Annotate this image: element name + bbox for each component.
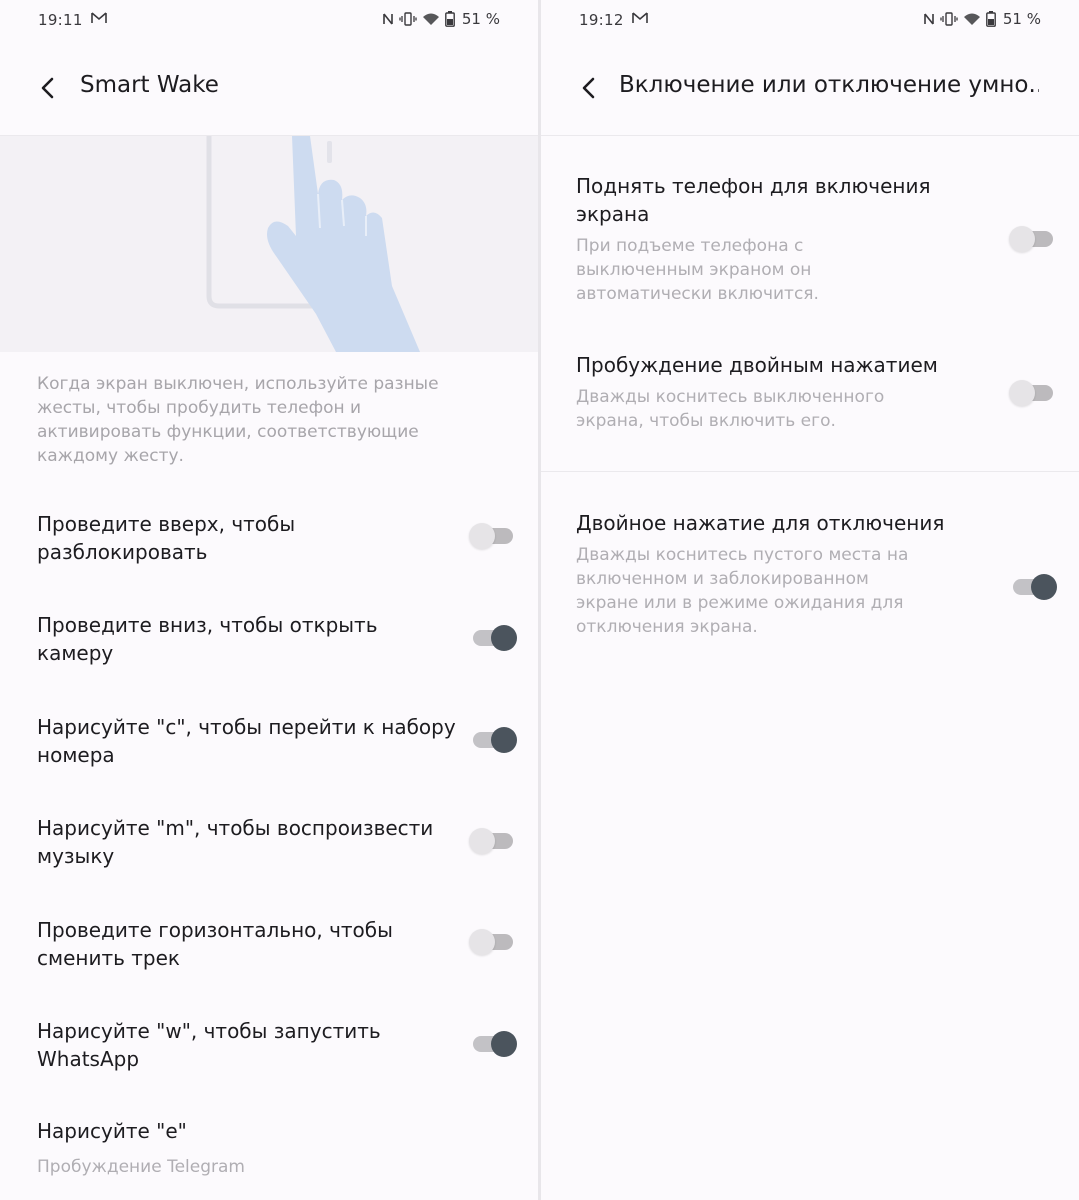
status-time: 19:12: [579, 11, 624, 29]
horizontal-swipe-track-toggle[interactable]: [469, 929, 517, 955]
setting-draw-e-telegram[interactable]: Нарисуйте "e" Пробуждение Telegram: [37, 1117, 518, 1179]
vibrate-icon: [399, 12, 417, 26]
double-tap-wake-toggle[interactable]: [1009, 380, 1057, 406]
draw-m-music-toggle[interactable]: [469, 828, 517, 854]
header-divider: [541, 135, 1079, 136]
nfc-icon: [924, 13, 934, 25]
mail-notification-icon: [632, 12, 648, 23]
mail-notification-icon: [91, 12, 107, 23]
section-divider: [541, 471, 1079, 472]
setting-title: Проведите вверх, чтобы разблокировать: [37, 512, 296, 564]
back-arrow-icon[interactable]: [577, 75, 603, 101]
setting-title: Проведите горизонтально, чтобы сменить т…: [37, 918, 393, 970]
setting-draw-c-dialer[interactable]: Нарисуйте "c", чтобы перейти к набору но…: [37, 713, 518, 769]
setting-double-tap-wake[interactable]: Пробуждение двойным нажатием Дважды косн…: [576, 351, 1059, 433]
vibrate-icon: [940, 12, 958, 26]
battery-level: 51 %: [461, 10, 500, 28]
setting-title: Проведите вниз, чтобы открыть камеру: [37, 613, 378, 665]
battery-level: 51 %: [1002, 10, 1041, 28]
raise-to-wake-toggle[interactable]: [1009, 226, 1057, 252]
back-arrow-icon[interactable]: [36, 75, 62, 101]
draw-c-dialer-toggle[interactable]: [469, 727, 517, 753]
battery-icon: [444, 11, 455, 27]
swipe-down-camera-toggle[interactable]: [469, 625, 517, 651]
status-bar: 19:12 51 %: [541, 0, 1079, 40]
smart-screen-toggle-screen: 19:12 51 % Включение или отключение умно…: [541, 0, 1079, 1200]
app-bar: Включение или отключение умно...: [541, 55, 1079, 125]
double-tap-sleep-toggle[interactable]: [1009, 574, 1057, 600]
setting-swipe-down-camera[interactable]: Проведите вниз, чтобы открыть камеру: [37, 611, 518, 667]
smart-wake-screen: 19:11 51 % Smart Wake Когда экран выключ…: [0, 0, 538, 1200]
setting-title: Двойное нажатие для отключения: [576, 511, 945, 535]
setting-title: Нарисуйте "m", чтобы воспроизвести музык…: [37, 816, 434, 868]
status-time: 19:11: [38, 11, 83, 29]
setting-summary: Пробуждение Telegram: [37, 1157, 245, 1177]
draw-w-whatsapp-toggle[interactable]: [469, 1031, 517, 1057]
setting-draw-m-music[interactable]: Нарисуйте "m", чтобы воспроизвести музык…: [37, 814, 518, 870]
setting-title: Пробуждение двойным нажатием: [576, 353, 938, 377]
nfc-icon: [383, 13, 393, 25]
app-bar: Smart Wake: [0, 55, 538, 125]
page-title: Smart Wake: [80, 72, 219, 98]
hand-tapping-phone-icon: [206, 136, 420, 352]
smart-wake-description: Когда экран выключен, используйте разные…: [37, 374, 439, 466]
setting-swipe-up-unlock[interactable]: Проведите вверх, чтобы разблокировать: [37, 510, 518, 566]
battery-icon: [985, 11, 996, 27]
setting-title: Нарисуйте "w", чтобы запустить WhatsApp: [37, 1019, 381, 1071]
swipe-up-unlock-toggle[interactable]: [469, 523, 517, 549]
setting-raise-to-wake[interactable]: Поднять телефон для включения экрана При…: [576, 172, 1059, 306]
setting-title: Нарисуйте "e": [37, 1119, 187, 1143]
status-bar: 19:11 51 %: [0, 0, 538, 40]
setting-title: Нарисуйте "c", чтобы перейти к набору но…: [37, 715, 456, 767]
setting-horizontal-swipe-track[interactable]: Проведите горизонтально, чтобы сменить т…: [37, 916, 518, 972]
setting-double-tap-sleep[interactable]: Двойное нажатие для отключения Дважды ко…: [576, 509, 1059, 639]
setting-summary: Дважды коснитесь пустого места на включе…: [576, 545, 909, 637]
wifi-icon: [422, 13, 439, 25]
setting-summary: Дважды коснитесь выключенного экрана, чт…: [576, 387, 885, 431]
wifi-icon: [963, 13, 980, 25]
setting-summary: При подъеме телефона с выключенным экран…: [576, 236, 819, 304]
setting-title: Поднять телефон для включения экрана: [576, 174, 931, 226]
page-title: Включение или отключение умно...: [619, 72, 1039, 98]
setting-draw-w-whatsapp[interactable]: Нарисуйте "w", чтобы запустить WhatsApp: [37, 1017, 518, 1073]
gesture-illustration: [0, 136, 538, 352]
